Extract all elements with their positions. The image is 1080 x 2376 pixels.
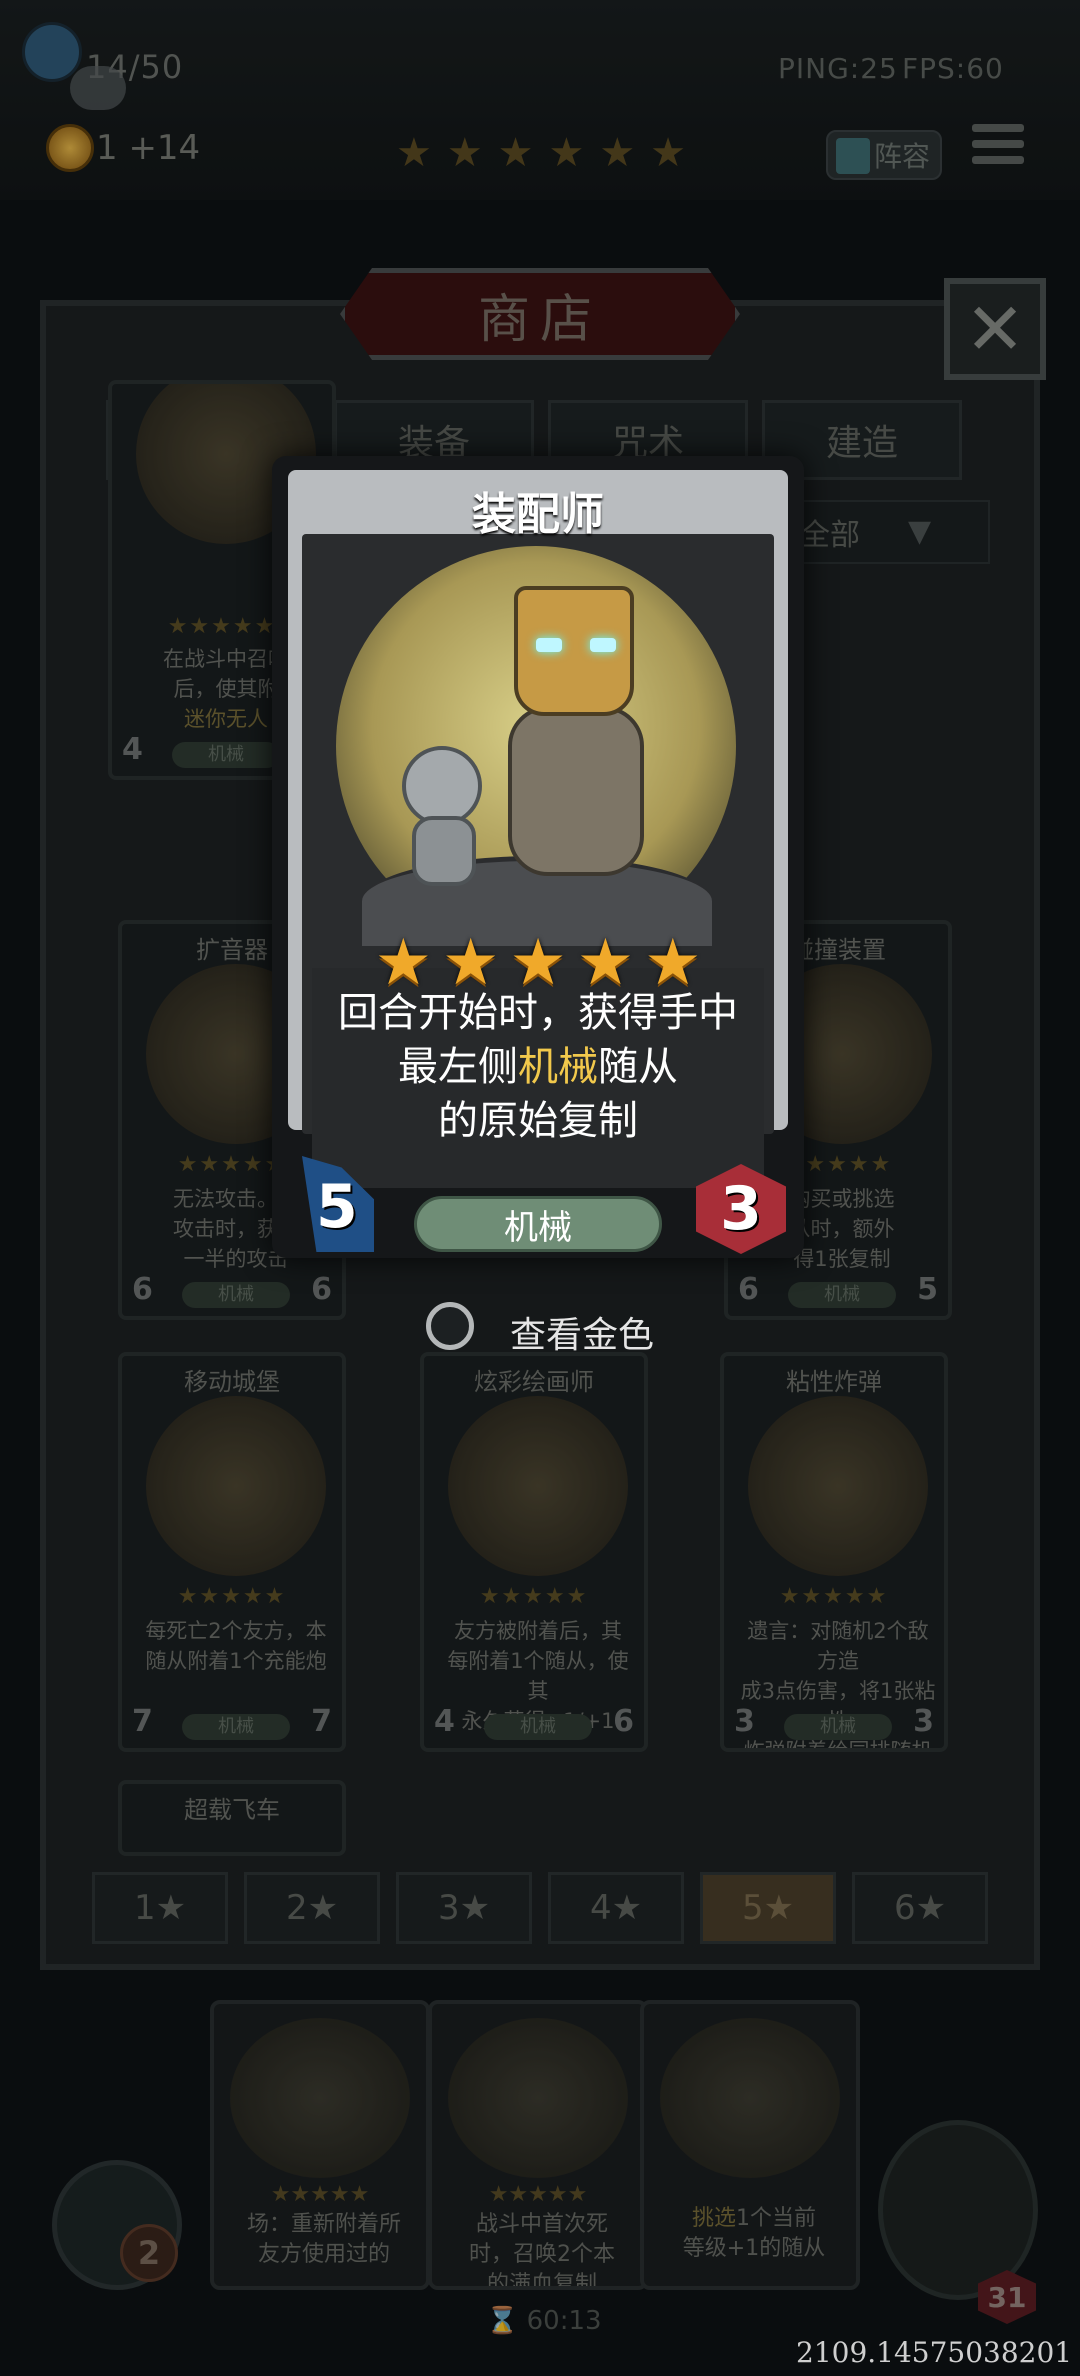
card-detail-popup[interactable]: 装配师 ★ ★ ★ ★ ★ 回合开始时，获得手中 最左侧机械随从 的原始复制 5 机械 … bbox=[272, 456, 804, 1258]
robot-head-art bbox=[514, 586, 634, 716]
build-id: 2109.14575038201 bbox=[796, 2336, 1073, 2369]
card-health-badge: 3 bbox=[696, 1164, 786, 1254]
card-attack: 5 bbox=[316, 1172, 358, 1242]
small-robot-art bbox=[402, 746, 482, 826]
card-health: 3 bbox=[720, 1174, 762, 1244]
view-golden-label[interactable]: 查看金色 bbox=[510, 1306, 654, 1358]
card-title: 装配师 bbox=[472, 489, 604, 540]
view-golden-radio[interactable] bbox=[426, 1302, 474, 1350]
card-attack-badge: 5 bbox=[302, 1156, 374, 1252]
robot-art bbox=[508, 706, 644, 876]
card-tribe-tag: 机械 bbox=[414, 1196, 662, 1252]
card-description: 回合开始时，获得手中 最左侧机械随从 的原始复制 bbox=[338, 990, 738, 1144]
